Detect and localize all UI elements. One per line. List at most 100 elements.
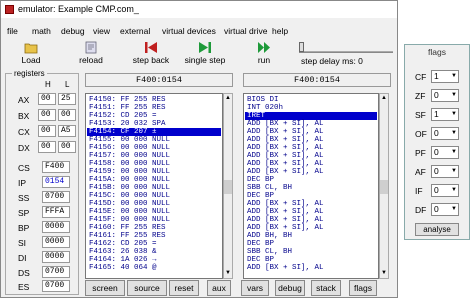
menu-debug[interactable]: debug [61,26,85,36]
flag-zf-select[interactable]: 0 ▼ [431,89,459,102]
disasm-row[interactable]: ADD [BX + SI], AL [247,216,324,224]
load-button[interactable]: Load [11,40,51,67]
aux-button[interactable]: aux [207,280,231,296]
memory-row[interactable]: F4155: 00 000 NULL [89,136,170,144]
disasm-row[interactable]: SBB CL, BH [247,184,292,192]
register-cx-high[interactable]: 00 [38,125,56,137]
scroll-up-icon[interactable]: ▲ [224,94,232,103]
memory-row[interactable]: F4151: FF 255 RES [89,104,166,112]
step-delay-slider[interactable] [299,42,393,53]
scroll-thumb[interactable] [380,180,388,194]
scroll-down-icon[interactable]: ▼ [224,269,232,278]
disasm-row[interactable]: ADD BH, BH [247,232,292,240]
memory-address-field[interactable]: F400:0154 [85,73,233,87]
memory-scrollbar[interactable]: ▲ ▼ [223,93,233,279]
flags-button[interactable]: flags [349,280,377,296]
disasm-row[interactable]: BIOS DI [247,96,279,104]
disasm-row[interactable]: ADD [BX + SI], AL [247,200,324,208]
memory-row[interactable]: F415B: 00 000 NULL [89,184,170,192]
debug-button[interactable]: debug [275,280,305,296]
disasm-row[interactable]: DEC BP [247,240,274,248]
register-si-value[interactable]: 0000 [42,236,70,248]
scroll-up-icon[interactable]: ▲ [380,94,388,103]
disasm-row[interactable]: ADD [BX + SI], AL [247,120,324,128]
reset-button[interactable]: reset [169,280,199,296]
source-button[interactable]: source [127,280,167,296]
flag-sf-select[interactable]: 1 ▼ [431,108,459,121]
memory-row[interactable]: F415D: 00 000 NULL [89,200,170,208]
step-back-button[interactable]: step back [127,40,175,67]
disasm-row[interactable]: ADD [BX + SI], AL [247,136,324,144]
memory-row[interactable]: F4164: 1A 026 → [89,256,157,264]
screen-button[interactable]: screen [85,280,125,296]
disassembly-scrollbar[interactable]: ▲ ▼ [379,93,389,279]
memory-row[interactable]: F4163: 26 038 & [89,248,157,256]
memory-row[interactable]: F4157: 00 000 NULL [89,152,170,160]
memory-row[interactable]: F415A: 00 000 NULL [89,176,170,184]
menu-virtual-devices[interactable]: virtual devices [162,26,216,36]
memory-row[interactable]: F415C: 00 000 NULL [89,192,170,200]
disasm-row[interactable]: SBB CL, BH [247,248,292,256]
disasm-row[interactable]: ADD [BX + SI], AL [247,168,324,176]
register-dx-high[interactable]: 00 [38,141,56,153]
stack-button[interactable]: stack [311,280,341,296]
register-ds-value[interactable]: 0700 [42,266,70,278]
register-bx-high[interactable]: 00 [38,109,56,121]
disasm-row[interactable]: IRET [247,112,265,120]
disasm-row[interactable]: ADD [BX + SI], AL [247,144,324,152]
memory-row[interactable]: F4165: 40 064 @ [89,264,157,272]
flag-df-select[interactable]: 0 ▼ [431,203,459,216]
disasm-address-field[interactable]: F400:0154 [243,73,391,87]
memory-row[interactable]: F4150: FF 255 RES [89,96,166,104]
disassembly-list[interactable]: BIOS DI INT 020h IRET ADD [BX + SI], AL ADD … [243,93,379,279]
menu-virtual-drive[interactable]: virtual drive [224,26,267,36]
vars-button[interactable]: vars [241,280,269,296]
register-ip-value[interactable]: 0154 [42,176,70,188]
disasm-row[interactable]: ADD [BX + SI], AL [247,224,324,232]
register-ax-low[interactable]: 25 [58,93,76,105]
disasm-row[interactable]: ADD [BX + SI], AL [247,160,324,168]
flag-of-select[interactable]: 0 ▼ [431,127,459,140]
menu-help[interactable]: help [272,26,288,36]
disasm-row[interactable]: ADD [BX + SI], AL [247,264,324,272]
disasm-row[interactable]: DEC BP [247,176,274,184]
slider-thumb[interactable] [299,42,304,52]
memory-row[interactable]: F4162: CD 205 = [89,240,157,248]
memory-row[interactable]: F4154: CF 207 ± [89,128,157,136]
disasm-row[interactable]: DEC BP [247,192,274,200]
memory-row[interactable]: F415E: 00 000 NULL [89,208,170,216]
register-ss-value[interactable]: 0700 [42,191,70,203]
register-cx-low[interactable]: A5 [58,125,76,137]
flag-pf-select[interactable]: 0 ▼ [431,146,459,159]
flag-if-select[interactable]: 0 ▼ [431,184,459,197]
scroll-down-icon[interactable]: ▼ [380,269,388,278]
menu-external[interactable]: external [120,26,150,36]
memory-row[interactable]: F4160: FF 255 RES [89,224,166,232]
disasm-row[interactable]: ADD [BX + SI], AL [247,152,324,160]
memory-row[interactable]: F4153: 20 032 SPA [89,120,166,128]
single-step-button[interactable]: single step [181,40,229,67]
memory-row[interactable]: F4159: 00 000 NULL [89,168,170,176]
memory-list[interactable]: F4150: FF 255 RES F4151: FF 255 RES F4152:… [85,93,223,279]
flag-cf-select[interactable]: 1 ▼ [431,70,459,83]
register-cs-value[interactable]: F400 [42,161,70,173]
disasm-row[interactable]: ADD [BX + SI], AL [247,128,324,136]
analyse-button[interactable]: analyse [415,223,459,236]
register-ax-high[interactable]: 00 [38,93,56,105]
register-bx-low[interactable]: 00 [58,109,76,121]
register-di-value[interactable]: 0000 [42,251,70,263]
register-sp-value[interactable]: FFFA [42,206,70,218]
run-button[interactable]: run [251,40,277,67]
memory-row[interactable]: F415F: 00 000 NULL [89,216,170,224]
menu-file[interactable]: file [7,26,18,36]
reload-button[interactable]: reload [73,40,109,67]
disasm-row[interactable]: ADD [BX + SI], AL [247,208,324,216]
memory-row[interactable]: F4158: 00 000 NULL [89,160,170,168]
register-dx-low[interactable]: 00 [58,141,76,153]
memory-row[interactable]: F4161: FF 255 RES [89,232,166,240]
disasm-row[interactable]: INT 020h [247,104,283,112]
menu-view[interactable]: view [93,26,110,36]
flag-af-select[interactable]: 0 ▼ [431,165,459,178]
register-es-value[interactable]: 0700 [42,280,70,292]
disasm-row[interactable]: DEC BP [247,256,274,264]
